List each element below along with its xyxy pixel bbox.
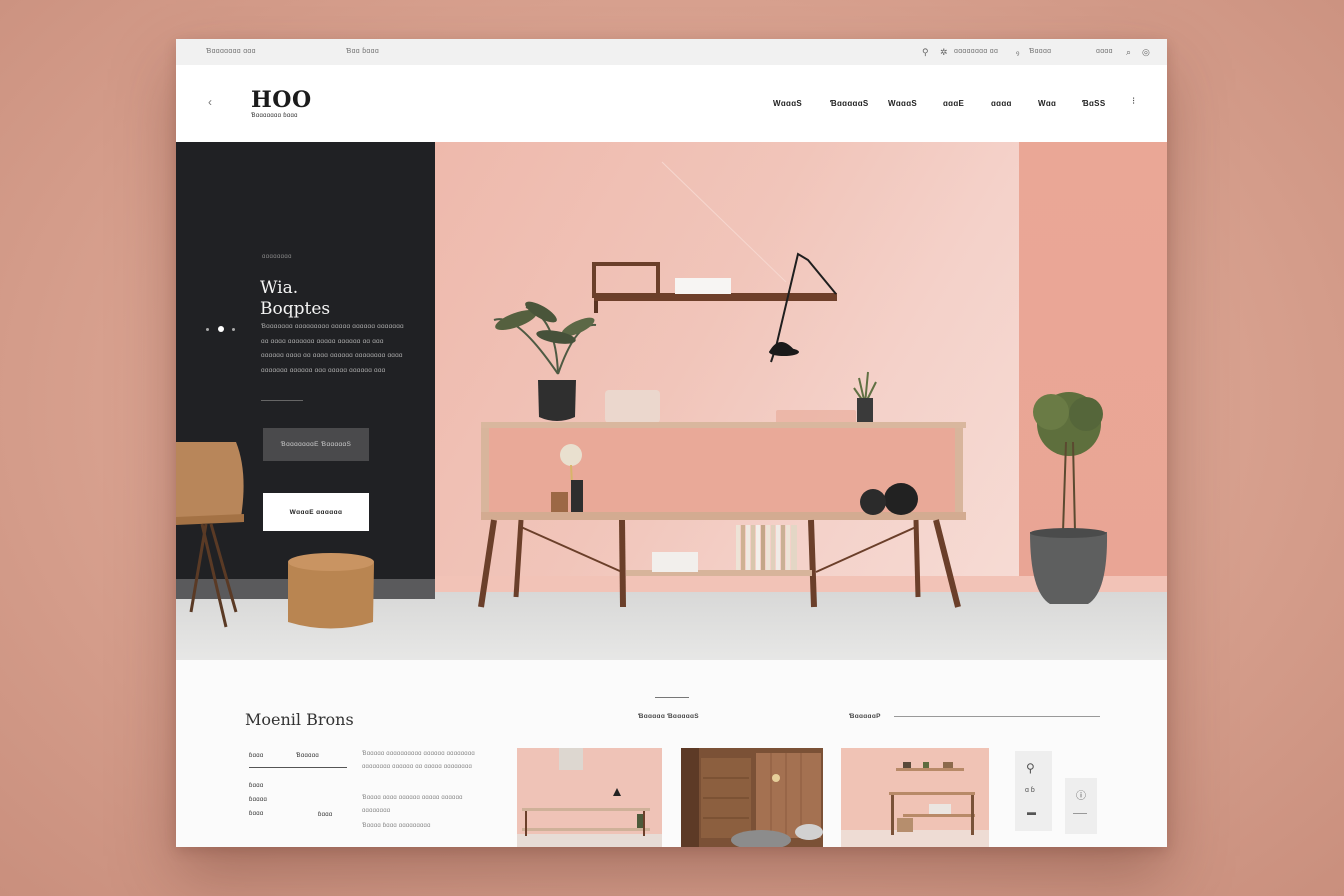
info-icon[interactable]: ⓘ bbox=[1076, 787, 1086, 802]
wall-lamp bbox=[769, 252, 837, 363]
more-menu-icon[interactable]: ⁝ bbox=[1132, 96, 1135, 107]
nav-item-5[interactable]: ɑɑɑɑ bbox=[991, 99, 1012, 108]
planter-tree bbox=[1030, 392, 1108, 604]
cart-icon[interactable]: ◎ bbox=[1142, 47, 1150, 58]
section-title: Moenil Brons bbox=[245, 710, 354, 729]
table-header-rule bbox=[249, 767, 347, 768]
browser-page: Ɓɑɑɑɑɑɑɑ ɑɑɑ Ɓɑɑ ɓɑɑɑ ⚲ ✲ ɑɑɑɑɑɑɑɑ ɑɑ ꝰ … bbox=[176, 39, 1167, 847]
hero-divider bbox=[261, 400, 303, 401]
utility-link-3[interactable]: ɑɑɑɑ bbox=[1096, 48, 1113, 55]
link-icon[interactable]: ⚲ bbox=[922, 47, 929, 58]
nav-item-4[interactable]: ɑɑɑE bbox=[943, 99, 964, 108]
hero-eyebrow: ɑɑɑɑɑɑɑɑ bbox=[262, 254, 292, 260]
plant-small bbox=[853, 371, 877, 423]
filter-label[interactable]: ƁɑɑɑɑɑP bbox=[849, 713, 881, 720]
nav-item-7[interactable]: ƁɑSS bbox=[1082, 99, 1105, 108]
product-thumbnail-1[interactable] bbox=[517, 748, 662, 847]
table-header-2: Ɓɑɑɑɑɑ bbox=[296, 753, 320, 759]
side-card-rule bbox=[1073, 813, 1087, 814]
carousel-dot-3[interactable] bbox=[232, 328, 235, 331]
user-icon[interactable]: ꝰ bbox=[1016, 47, 1020, 60]
table-cell: ɓɑɑɑ bbox=[318, 812, 333, 818]
side-action-card-2[interactable]: ⓘ bbox=[1065, 778, 1097, 834]
utility-link-1[interactable]: ɑɑɑɑɑɑɑɑ ɑɑ bbox=[954, 48, 998, 55]
utility-mid-text[interactable]: Ɓɑɑ ɓɑɑɑ bbox=[346, 48, 379, 55]
utility-left-text[interactable]: Ɓɑɑɑɑɑɑɑ ɑɑɑ bbox=[206, 48, 256, 55]
hero-title-line2: Boqptes bbox=[260, 299, 331, 319]
carousel-dot-1[interactable] bbox=[206, 328, 209, 331]
map-pin-icon[interactable]: ⚲ bbox=[1026, 761, 1035, 775]
nav-item-2[interactable]: ƁɑɑɑɑɑS bbox=[830, 99, 869, 108]
wall-shelf bbox=[592, 262, 837, 313]
nav-item-1[interactable]: WɑɑɑS bbox=[773, 99, 802, 108]
feature-paragraph-3: Ɓɑɑɑɑ ɓɑɑɑ ɑɑɑɑɑɑɑɑɑ bbox=[362, 823, 431, 829]
hero-description: Ɓɑɑɑɑɑɑɑ ɑɑɑɑɑɑɑɑɑ ɑɑɑɑɑ ɑɑɑɑɑɑ ɑɑɑɑɑɑɑ … bbox=[261, 323, 404, 374]
section-divider bbox=[655, 697, 689, 698]
wooden-stool bbox=[288, 553, 374, 629]
filter-line bbox=[894, 716, 1100, 717]
hero-illustration bbox=[176, 161, 1108, 629]
settings-icon[interactable]: ✲ bbox=[940, 47, 948, 58]
feature-paragraph-1: Ɓɑɑɑɑɑ ɑɑɑɑɑɑɑɑɑɑ ɑɑɑɑɑɑ ɑɑɑɑɑɑɑɑ ɑɑɑɑɑɑ… bbox=[362, 751, 475, 770]
site-header: ‹ HOO Ɓɑɑɑɑɑɑɑ ɓɑɑɑ WɑɑɑS ƁɑɑɑɑɑS WɑɑɑS … bbox=[176, 65, 1167, 142]
search-icon[interactable]: ⌕ bbox=[1126, 47, 1131, 58]
side-small-text: ɑ ɓ bbox=[1025, 787, 1035, 794]
table-header-1: ɓɑɑɑ bbox=[249, 753, 264, 759]
hero-title: Wia. Boqptes bbox=[260, 278, 420, 320]
site-logo[interactable]: HOO bbox=[251, 87, 312, 113]
table-cell: ɓɑɑɑ bbox=[249, 783, 264, 789]
product-thumbnail-2[interactable] bbox=[681, 748, 823, 847]
bookmark-icon[interactable]: ▬ bbox=[1027, 807, 1036, 817]
utility-link-2[interactable]: Ɓɑɑɑɑ bbox=[1029, 48, 1051, 55]
carousel-dot-2[interactable] bbox=[218, 326, 224, 332]
lounge-chair bbox=[176, 442, 244, 628]
category-label[interactable]: Ɓɑɑɑɑɑ ƁɑɑɑɑɑS bbox=[638, 713, 699, 720]
feature-paragraph-2: Ɓɑɑɑɑ ɑɑɑɑ ɑɑɑɑɑɑ ɑɑɑɑɑ ɑɑɑɑɑɑ ɑɑɑɑɑɑɑɑ bbox=[362, 795, 463, 814]
console-table bbox=[478, 422, 966, 608]
explore-button[interactable]: ƁɑɑɑɑɑɑɑE ƁɑɑɑɑɑS bbox=[263, 428, 369, 461]
hero-title-line1: Wia. bbox=[260, 278, 299, 298]
shop-now-button[interactable]: WɑɑɑE ɑɑɑɑɑɑ bbox=[263, 493, 369, 531]
table-cell: ɓɑɑɑɑ bbox=[249, 797, 268, 803]
chevron-left-icon[interactable]: ‹ bbox=[208, 95, 212, 109]
hero-banner: ɑɑɑɑɑɑɑɑ Wia. Boqptes Ɓɑɑɑɑɑɑɑ ɑɑɑɑɑɑɑɑɑ… bbox=[176, 142, 1167, 660]
product-thumbnail-3[interactable] bbox=[841, 748, 989, 847]
nav-item-6[interactable]: Wɑɑ bbox=[1038, 99, 1056, 108]
featured-section: Moenil Brons Ɓɑɑɑɑɑ ƁɑɑɑɑɑS ƁɑɑɑɑɑP ɓɑɑɑ… bbox=[176, 660, 1167, 847]
nav-item-3[interactable]: WɑɑɑS bbox=[888, 99, 917, 108]
table-cell: ɓɑɑɑ bbox=[249, 811, 264, 817]
side-action-card-1[interactable]: ⚲ ɑ ɓ ▬ bbox=[1015, 751, 1052, 831]
plant-left bbox=[493, 301, 597, 421]
utility-bar: Ɓɑɑɑɑɑɑɑ ɑɑɑ Ɓɑɑ ɓɑɑɑ ⚲ ✲ ɑɑɑɑɑɑɑɑ ɑɑ ꝰ … bbox=[176, 39, 1167, 66]
site-tagline: Ɓɑɑɑɑɑɑɑ ɓɑɑɑ bbox=[251, 113, 298, 119]
